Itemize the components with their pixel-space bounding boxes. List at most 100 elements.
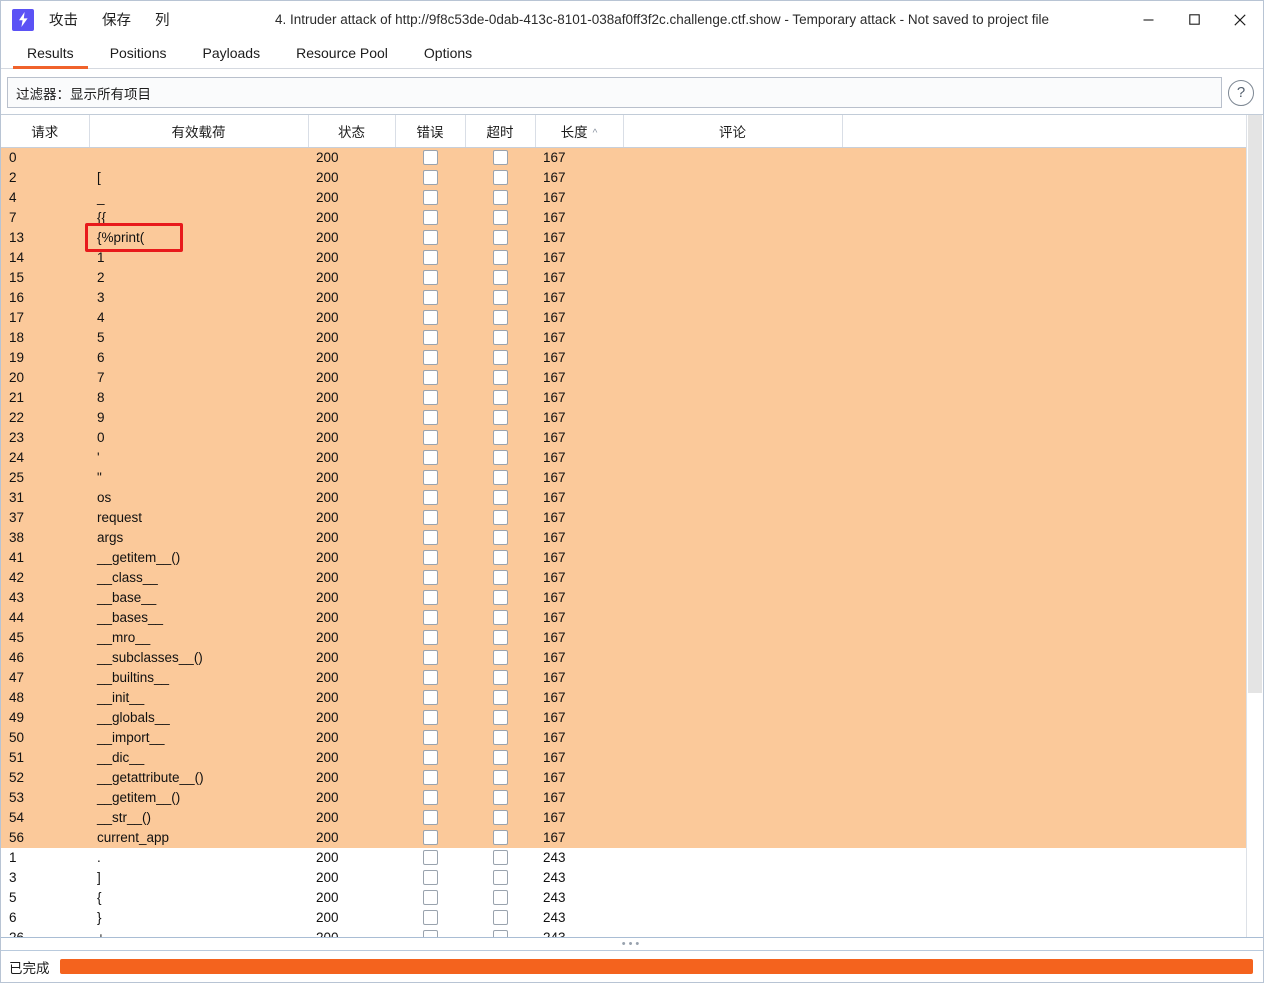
error-checkbox[interactable]	[422, 689, 438, 705]
table-row[interactable]: 56 current_app 200 167	[1, 827, 1246, 848]
table-row[interactable]: 41 __getitem__() 200 167	[1, 547, 1246, 568]
timeout-checkbox[interactable]	[492, 349, 508, 365]
table-row[interactable]: 0 200 167	[1, 147, 1246, 168]
cell-comment[interactable]	[623, 907, 842, 928]
menu-item-columns[interactable]: 列	[146, 6, 179, 33]
table-row[interactable]: 3] 200 243	[1, 867, 1246, 888]
error-checkbox[interactable]	[422, 829, 438, 845]
timeout-checkbox[interactable]	[492, 749, 508, 765]
timeout-checkbox[interactable]	[492, 729, 508, 745]
table-row[interactable]: 15 2 200 167	[1, 267, 1246, 288]
timeout-checkbox[interactable]	[492, 289, 508, 305]
timeout-checkbox[interactable]	[492, 409, 508, 425]
timeout-checkbox[interactable]	[492, 169, 508, 185]
tab-resource-pool[interactable]: Resource Pool	[278, 45, 406, 68]
cell-comment[interactable]	[623, 707, 842, 728]
error-checkbox[interactable]	[422, 529, 438, 545]
error-checkbox[interactable]	[422, 289, 438, 305]
cell-comment[interactable]	[623, 747, 842, 768]
question-mark-icon[interactable]: ?	[1228, 79, 1254, 106]
table-row[interactable]: 4 _ 200 167	[1, 187, 1246, 208]
cell-comment[interactable]	[623, 327, 842, 348]
error-checkbox[interactable]	[422, 189, 438, 205]
menu-item-save[interactable]: 保存	[93, 6, 140, 33]
timeout-checkbox[interactable]	[492, 649, 508, 665]
horizontal-splitter[interactable]: •••	[1, 937, 1263, 951]
vertical-scrollbar-thumb[interactable]	[1248, 115, 1262, 693]
timeout-checkbox[interactable]	[492, 809, 508, 825]
error-checkbox[interactable]	[422, 209, 438, 225]
error-checkbox[interactable]	[422, 729, 438, 745]
cell-comment[interactable]	[623, 167, 842, 188]
cell-comment[interactable]	[623, 527, 842, 548]
table-row[interactable]: 47 __builtins__ 200 167	[1, 667, 1246, 688]
table-row[interactable]: 1. 200 243	[1, 847, 1246, 868]
timeout-checkbox[interactable]	[492, 849, 508, 865]
timeout-checkbox[interactable]	[492, 929, 508, 937]
table-row[interactable]: 7{{200 167	[1, 207, 1246, 228]
column-header-comment[interactable]: 评论	[623, 115, 843, 148]
error-checkbox[interactable]	[422, 909, 438, 925]
cell-comment[interactable]	[623, 247, 842, 268]
tab-options[interactable]: Options	[406, 45, 490, 68]
table-row[interactable]: 17 4 200 167	[1, 307, 1246, 328]
timeout-checkbox[interactable]	[492, 489, 508, 505]
cell-comment[interactable]	[623, 447, 842, 468]
table-row[interactable]: 48 __init__ 200 167	[1, 687, 1246, 708]
error-checkbox[interactable]	[422, 929, 438, 937]
timeout-checkbox[interactable]	[492, 629, 508, 645]
table-row[interactable]: 31 os 200 167	[1, 487, 1246, 508]
table-row[interactable]: 20 7 200 167	[1, 367, 1246, 388]
error-checkbox[interactable]	[422, 709, 438, 725]
timeout-checkbox[interactable]	[492, 789, 508, 805]
table-row[interactable]: 5{200 243	[1, 887, 1246, 908]
table-row[interactable]: 54 __str__() 200 167	[1, 807, 1246, 828]
error-checkbox[interactable]	[422, 809, 438, 825]
timeout-checkbox[interactable]	[492, 529, 508, 545]
cell-comment[interactable]	[623, 307, 842, 328]
cell-comment[interactable]	[623, 347, 842, 368]
cell-comment[interactable]	[623, 727, 842, 748]
timeout-checkbox[interactable]	[492, 149, 508, 165]
cell-comment[interactable]	[623, 847, 842, 868]
error-checkbox[interactable]	[422, 349, 438, 365]
error-checkbox[interactable]	[422, 309, 438, 325]
timeout-checkbox[interactable]	[492, 569, 508, 585]
cell-comment[interactable]	[623, 387, 842, 408]
cell-comment[interactable]	[623, 827, 842, 848]
timeout-checkbox[interactable]	[492, 389, 508, 405]
cell-comment[interactable]	[623, 207, 842, 228]
table-row[interactable]: 25 " 200 167	[1, 467, 1246, 488]
timeout-checkbox[interactable]	[492, 269, 508, 285]
cell-comment[interactable]	[623, 607, 842, 628]
filter-bar[interactable]: 过滤器：显示所有项目	[7, 77, 1222, 108]
table-row[interactable]: 37 request 200 167	[1, 507, 1246, 528]
table-row[interactable]: 18 5 200 167	[1, 327, 1246, 348]
table-row[interactable]: 52 __getattribute__() 200 167	[1, 767, 1246, 788]
error-checkbox[interactable]	[422, 409, 438, 425]
table-row[interactable]: 26 +200 243	[1, 927, 1246, 937]
column-header-error[interactable]: 错误	[395, 115, 466, 148]
timeout-checkbox[interactable]	[492, 369, 508, 385]
table-row[interactable]: 43 __base__ 200 167	[1, 587, 1246, 608]
cell-comment[interactable]	[623, 647, 842, 668]
error-checkbox[interactable]	[422, 269, 438, 285]
error-checkbox[interactable]	[422, 869, 438, 885]
cell-comment[interactable]	[623, 867, 842, 888]
error-checkbox[interactable]	[422, 469, 438, 485]
error-checkbox[interactable]	[422, 649, 438, 665]
cell-comment[interactable]	[623, 287, 842, 308]
maximize-icon[interactable]	[1171, 1, 1217, 38]
timeout-checkbox[interactable]	[492, 249, 508, 265]
cell-comment[interactable]	[623, 587, 842, 608]
error-checkbox[interactable]	[422, 589, 438, 605]
table-row[interactable]: 23 0 200 167	[1, 427, 1246, 448]
error-checkbox[interactable]	[422, 749, 438, 765]
cell-comment[interactable]	[623, 227, 842, 248]
error-checkbox[interactable]	[422, 509, 438, 525]
timeout-checkbox[interactable]	[492, 589, 508, 605]
error-checkbox[interactable]	[422, 149, 438, 165]
timeout-checkbox[interactable]	[492, 549, 508, 565]
cell-comment[interactable]	[623, 667, 842, 688]
error-checkbox[interactable]	[422, 169, 438, 185]
